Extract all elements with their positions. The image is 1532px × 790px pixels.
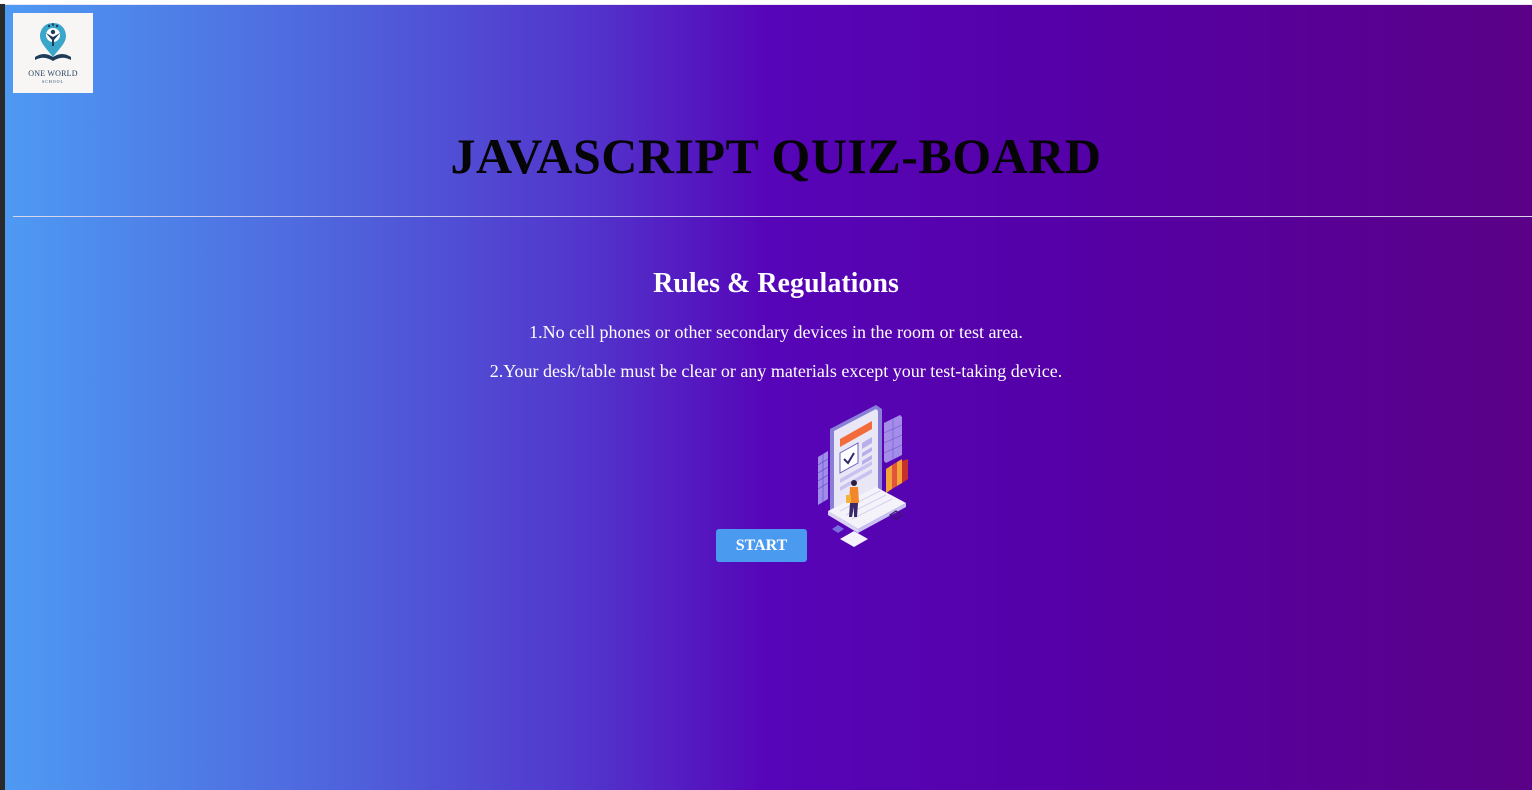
logo-subtitle: SCHOOL <box>41 79 64 84</box>
rules-heading: Rules & Regulations <box>653 268 899 299</box>
school-logo: ONE WORLD SCHOOL <box>13 13 93 93</box>
rule-item-2: 2.Your desk/table must be clear or any m… <box>489 361 1063 381</box>
start-button[interactable]: START <box>716 529 807 562</box>
page-title: JAVASCRIPT QUIZ-BOARD <box>450 128 1102 184</box>
logo-name: ONE WORLD <box>28 69 78 78</box>
computer-test-illustration <box>817 405 908 547</box>
quiz-page: ONE WORLD SCHOOL JAVASCRIPT QUIZ-BOARD R… <box>5 4 1532 790</box>
header-divider <box>13 216 1532 217</box>
school-logo-icon <box>35 23 71 61</box>
rule-item-1: 1.No cell phones or other secondary devi… <box>529 322 1023 342</box>
